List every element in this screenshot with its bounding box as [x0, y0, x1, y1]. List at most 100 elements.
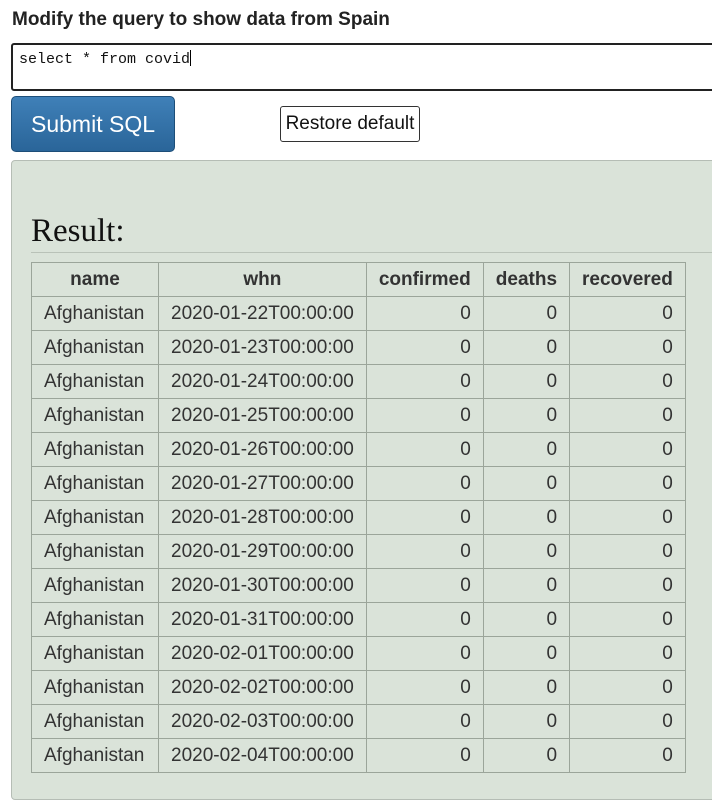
cell-whn: 2020-01-26T00:00:00 [158, 432, 367, 467]
table-row: Afghanistan 2020-02-01T00:00:00 0 0 0 [31, 636, 686, 671]
cell-deaths: 0 [482, 568, 571, 603]
cell-name: Afghanistan [31, 432, 159, 467]
column-header-whn: whn [158, 262, 367, 297]
table-row: Afghanistan 2020-01-26T00:00:00 0 0 0 [31, 432, 686, 467]
table-row: Afghanistan 2020-01-31T00:00:00 0 0 0 [31, 602, 686, 637]
cell-whn: 2020-02-02T00:00:00 [158, 670, 367, 705]
result-panel: Result: name whn confirmed deaths recove… [11, 160, 712, 800]
cell-confirmed: 0 [365, 398, 484, 433]
result-heading: Result: [31, 213, 125, 249]
cell-deaths: 0 [482, 330, 571, 365]
table-row: Afghanistan 2020-01-23T00:00:00 0 0 0 [31, 330, 686, 365]
cell-whn: 2020-01-27T00:00:00 [158, 466, 367, 501]
cell-confirmed: 0 [365, 500, 484, 535]
table-row: Afghanistan 2020-01-22T00:00:00 0 0 0 [31, 296, 686, 331]
table-row: Afghanistan 2020-01-28T00:00:00 0 0 0 [31, 500, 686, 535]
table-row: Afghanistan 2020-02-02T00:00:00 0 0 0 [31, 670, 686, 705]
column-header-confirmed: confirmed [365, 262, 484, 297]
cell-whn: 2020-01-29T00:00:00 [158, 534, 367, 569]
cell-name: Afghanistan [31, 296, 159, 331]
table-row: Afghanistan 2020-02-04T00:00:00 0 0 0 [31, 738, 686, 773]
cell-recovered: 0 [569, 398, 686, 433]
cell-deaths: 0 [482, 534, 571, 569]
cell-name: Afghanistan [31, 398, 159, 433]
cell-confirmed: 0 [365, 466, 484, 501]
cell-name: Afghanistan [31, 534, 159, 569]
cell-recovered: 0 [569, 670, 686, 705]
table-row: Afghanistan 2020-01-29T00:00:00 0 0 0 [31, 534, 686, 569]
cell-recovered: 0 [569, 704, 686, 739]
cell-whn: 2020-01-23T00:00:00 [158, 330, 367, 365]
cell-whn: 2020-01-31T00:00:00 [158, 602, 367, 637]
sql-query-text: select * from covid [19, 51, 191, 68]
cell-recovered: 0 [569, 364, 686, 399]
cell-recovered: 0 [569, 738, 686, 773]
cell-confirmed: 0 [365, 296, 484, 331]
cell-confirmed: 0 [365, 364, 484, 399]
cell-deaths: 0 [482, 704, 571, 739]
cell-recovered: 0 [569, 602, 686, 637]
table-row: Afghanistan 2020-01-25T00:00:00 0 0 0 [31, 398, 686, 433]
cell-deaths: 0 [482, 500, 571, 535]
cell-name: Afghanistan [31, 466, 159, 501]
cell-deaths: 0 [482, 466, 571, 501]
sql-query-input[interactable]: select * from covid [11, 43, 712, 91]
question-prompt: Modify the query to show data from Spain [12, 9, 390, 30]
cell-confirmed: 0 [365, 602, 484, 637]
cell-whn: 2020-01-22T00:00:00 [158, 296, 367, 331]
cell-whn: 2020-01-25T00:00:00 [158, 398, 367, 433]
cell-confirmed: 0 [365, 704, 484, 739]
column-header-name: name [31, 262, 159, 297]
cell-name: Afghanistan [31, 636, 159, 671]
table-row: Afghanistan 2020-01-24T00:00:00 0 0 0 [31, 364, 686, 399]
cell-recovered: 0 [569, 568, 686, 603]
cell-recovered: 0 [569, 636, 686, 671]
column-header-recovered: recovered [569, 262, 686, 297]
cell-recovered: 0 [569, 432, 686, 467]
result-divider [31, 252, 712, 253]
cell-confirmed: 0 [365, 432, 484, 467]
cell-deaths: 0 [482, 398, 571, 433]
cell-whn: 2020-01-24T00:00:00 [158, 364, 367, 399]
cell-whn: 2020-01-28T00:00:00 [158, 500, 367, 535]
cell-whn: 2020-02-04T00:00:00 [158, 738, 367, 773]
cell-recovered: 0 [569, 296, 686, 331]
cell-deaths: 0 [482, 670, 571, 705]
cell-name: Afghanistan [31, 704, 159, 739]
cell-confirmed: 0 [365, 636, 484, 671]
results-table: name whn confirmed deaths recovered Afgh… [31, 262, 686, 773]
cell-name: Afghanistan [31, 602, 159, 637]
cell-recovered: 0 [569, 466, 686, 501]
cell-deaths: 0 [482, 432, 571, 467]
cell-whn: 2020-02-01T00:00:00 [158, 636, 367, 671]
submit-sql-button[interactable]: Submit SQL [11, 96, 175, 152]
restore-default-button[interactable]: Restore default [280, 106, 420, 142]
cell-deaths: 0 [482, 738, 571, 773]
cell-name: Afghanistan [31, 670, 159, 705]
cell-deaths: 0 [482, 636, 571, 671]
cell-deaths: 0 [482, 602, 571, 637]
results-body: Afghanistan 2020-01-22T00:00:00 0 0 0 Afghani… [31, 296, 686, 773]
cell-whn: 2020-01-30T00:00:00 [158, 568, 367, 603]
cell-confirmed: 0 [365, 534, 484, 569]
cell-confirmed: 0 [365, 738, 484, 773]
cell-name: Afghanistan [31, 568, 159, 603]
cell-confirmed: 0 [365, 568, 484, 603]
cell-name: Afghanistan [31, 500, 159, 535]
cell-recovered: 0 [569, 534, 686, 569]
table-row: Afghanistan 2020-01-30T00:00:00 0 0 0 [31, 568, 686, 603]
cell-deaths: 0 [482, 364, 571, 399]
cell-confirmed: 0 [365, 670, 484, 705]
cell-confirmed: 0 [365, 330, 484, 365]
cell-recovered: 0 [569, 330, 686, 365]
cell-whn: 2020-02-03T00:00:00 [158, 704, 367, 739]
cell-name: Afghanistan [31, 364, 159, 399]
text-caret [190, 50, 192, 66]
table-header-row: name whn confirmed deaths recovered [31, 262, 686, 297]
table-row: Afghanistan 2020-02-03T00:00:00 0 0 0 [31, 704, 686, 739]
cell-recovered: 0 [569, 500, 686, 535]
table-row: Afghanistan 2020-01-27T00:00:00 0 0 0 [31, 466, 686, 501]
cell-name: Afghanistan [31, 330, 159, 365]
column-header-deaths: deaths [482, 262, 571, 297]
cell-name: Afghanistan [31, 738, 159, 773]
